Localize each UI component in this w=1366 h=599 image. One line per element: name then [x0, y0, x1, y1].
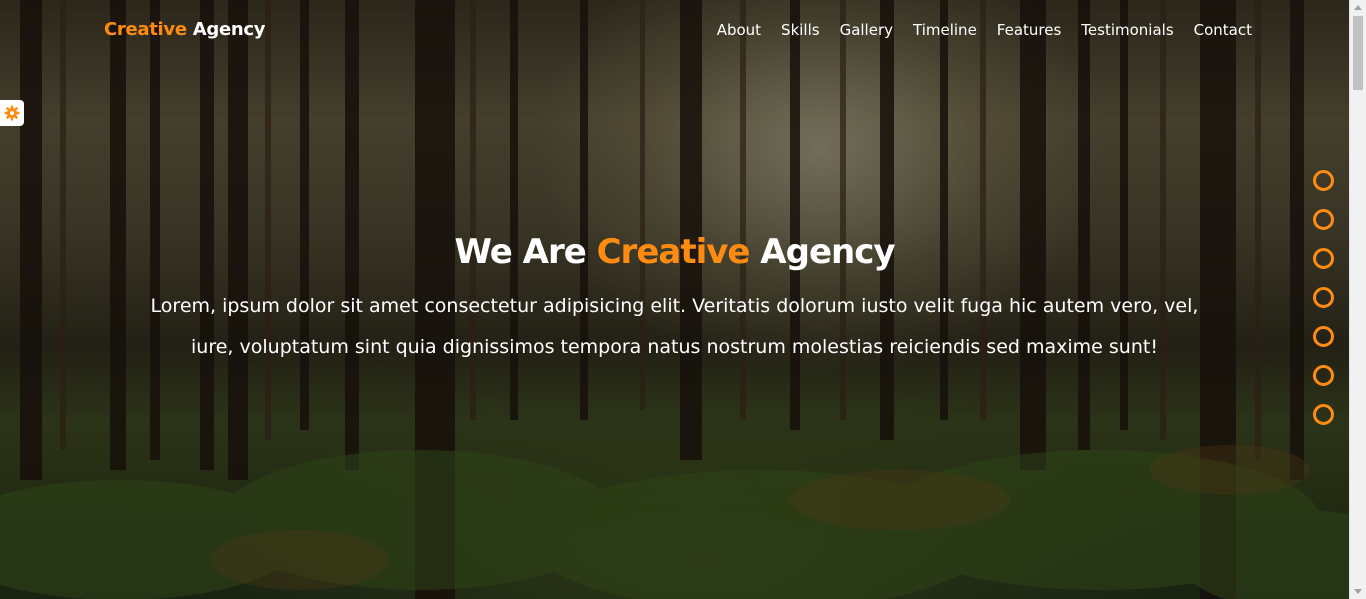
bullet-timeline[interactable] [1313, 287, 1334, 308]
bullet-contact[interactable] [1313, 404, 1334, 425]
headline-post: Agency [749, 232, 895, 272]
main-nav: About Skills Gallery Timeline Features T… [697, 21, 1252, 39]
scroll-up-arrow-icon[interactable] [1354, 5, 1362, 10]
nav-link-timeline[interactable]: Timeline [913, 21, 977, 39]
bullet-skills[interactable] [1313, 209, 1334, 230]
headline-pre: We Are [454, 232, 597, 272]
nav-link-features[interactable]: Features [997, 21, 1062, 39]
section-bullets [1313, 170, 1334, 425]
hero-description: Lorem, ipsum dolor sit amet consectetur … [150, 295, 1199, 358]
nav-link-gallery[interactable]: Gallery [840, 21, 893, 39]
bullet-about[interactable] [1313, 170, 1334, 191]
nav-link-testimonials[interactable]: Testimonials [1081, 21, 1173, 39]
settings-toggle-button[interactable] [0, 100, 24, 126]
nav-link-about[interactable]: About [717, 21, 761, 39]
brand-name-accent: Creative [104, 19, 187, 40]
brand-logo[interactable]: Creative Agency [104, 19, 265, 40]
headline-accent: Creative [596, 232, 751, 272]
gear-icon [4, 105, 20, 121]
scroll-down-arrow-icon[interactable] [1354, 589, 1362, 594]
scrollbar-thumb[interactable] [1353, 16, 1363, 90]
bullet-gallery[interactable] [1313, 248, 1334, 269]
nav-link-contact[interactable]: Contact [1194, 21, 1252, 39]
brand-name-rest: Agency [186, 19, 266, 40]
page-scrollbar[interactable] [1349, 0, 1366, 599]
bullet-features[interactable] [1313, 326, 1334, 347]
nav-link-skills[interactable]: Skills [781, 21, 820, 39]
bullet-testimonials[interactable] [1313, 365, 1334, 386]
hero-headline: We Are Creative Agency [0, 232, 1349, 272]
